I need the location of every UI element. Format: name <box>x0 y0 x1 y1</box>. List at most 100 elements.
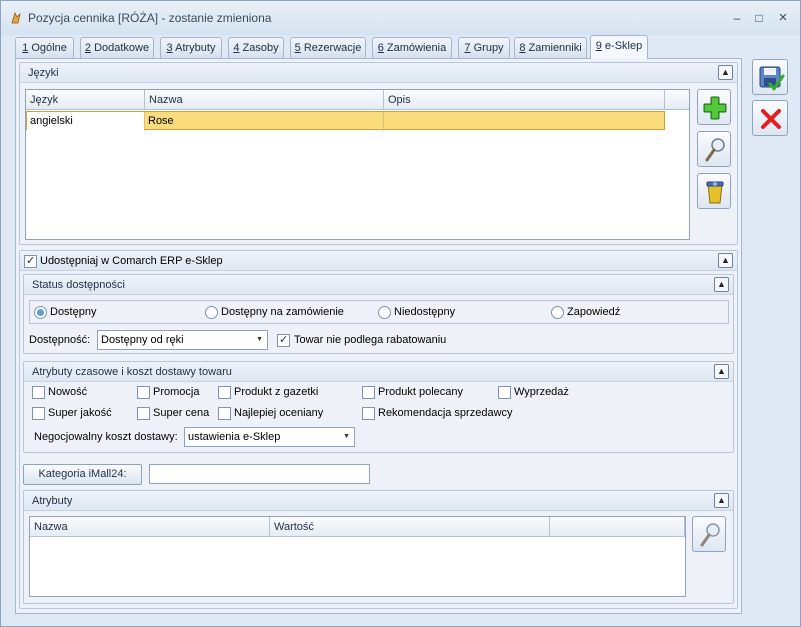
radio-dostepny-label: Dostępny <box>50 306 97 318</box>
chevron-down-icon: ▼ <box>343 433 350 440</box>
label-promocja: Promocja <box>153 386 200 398</box>
collapse-icon[interactable]: ▲ <box>718 253 733 268</box>
title-bar: Pozycja cennika [RÓŻA] - zostanie zmieni… <box>1 1 800 35</box>
maximize-button[interactable]: □ <box>750 9 768 27</box>
column-header-nazwa[interactable]: Nazwa <box>145 90 384 110</box>
radio-niedostepny-label: Niedostępny <box>394 306 456 318</box>
availability-value: Dostępny od ręki <box>101 334 184 346</box>
imall-category-field[interactable] <box>149 464 370 484</box>
tab-ogolne[interactable]: 1 Ogólne <box>15 37 74 58</box>
languages-group: Języki ▲ Język Nazwa Opis angielski Rose <box>19 62 738 245</box>
tab-atrybuty[interactable]: 3 Atrybuty <box>160 37 222 58</box>
tab-rezerwacje[interactable]: 5 Rezerwacje <box>290 37 366 58</box>
radio-zapowiedz-label: Zapowiedź <box>567 306 621 318</box>
magnifier-icon <box>700 523 720 547</box>
tab-zamienniki[interactable]: 8 Zamienniki <box>514 37 587 58</box>
collapse-icon[interactable]: ▲ <box>718 65 733 80</box>
share-checkbox[interactable] <box>24 254 37 268</box>
time-attributes-group-header: Atrybuty czasowe i koszt dostawy towaru … <box>24 362 733 382</box>
table-row[interactable]: angielski Rose <box>26 111 665 131</box>
radio-niedostepny[interactable] <box>378 306 391 319</box>
tab-label: Zamienniki <box>525 42 582 54</box>
languages-grid[interactable]: Język Nazwa Opis angielski Rose <box>25 89 690 240</box>
column-header-wartosc[interactable]: Wartość <box>270 517 550 537</box>
tab-esklep[interactable]: 9 e-Sklep <box>590 35 648 59</box>
plus-icon <box>703 96 727 120</box>
checkbox-produkt-polecany[interactable] <box>362 386 375 399</box>
share-group: Udostępniaj w Comarch ERP e-Sklep ▲ Stat… <box>19 250 738 609</box>
save-button[interactable] <box>752 59 788 95</box>
cell-opis <box>384 112 664 131</box>
delivery-cost-value: ustawienia e-Sklep <box>188 431 281 443</box>
label-wyprzedaz: Wyprzedaż <box>514 386 569 398</box>
label-nowosc: Nowość <box>48 386 88 398</box>
time-attributes-group: Atrybuty czasowe i koszt dostawy towaru … <box>23 361 734 453</box>
delivery-cost-select[interactable]: ustawienia e-Sklep ▼ <box>184 427 355 447</box>
cancel-button[interactable] <box>752 100 788 136</box>
checkbox-wyprzedaz[interactable] <box>498 386 511 399</box>
availability-select[interactable]: Dostępny od ręki ▼ <box>97 330 268 350</box>
imall-category-button[interactable]: Kategoria iMall24: <box>23 464 142 485</box>
tab-zamowienia[interactable]: 6 Zamówienia <box>372 37 452 58</box>
radio-zapowiedz[interactable] <box>551 306 564 319</box>
edit-language-button[interactable] <box>697 131 731 167</box>
tab-label: Ogólne <box>28 42 67 54</box>
tab-label: Grupy <box>470 42 504 54</box>
label-super-jakosc: Super jakość <box>48 407 112 419</box>
tab-grupy[interactable]: 7 Grupy <box>458 37 510 58</box>
tab-label: Zamówienia <box>383 42 447 54</box>
magnifier-icon <box>705 138 725 162</box>
availability-radio-group: Dostępny Dostępny na zamówienie Niedostę… <box>29 300 729 324</box>
tab-zasoby[interactable]: 4 Zasoby <box>228 37 284 58</box>
column-header-extra[interactable] <box>550 517 685 537</box>
attributes-group-title: Atrybuty <box>32 495 73 507</box>
share-group-header: Udostępniaj w Comarch ERP e-Sklep ▲ <box>20 251 737 271</box>
cell-jezyk: angielski <box>27 112 145 131</box>
checkbox-najlepiej-oceniany[interactable] <box>218 407 231 420</box>
column-header-opis[interactable]: Opis <box>384 90 665 110</box>
collapse-icon[interactable]: ▲ <box>714 277 729 292</box>
collapse-icon[interactable]: ▲ <box>714 364 729 379</box>
label-rekomendacja: Rekomendacja sprzedawcy <box>378 407 513 419</box>
attributes-group: Atrybuty ▲ Nazwa Wartość <box>23 490 734 604</box>
cancel-icon <box>761 109 781 129</box>
collapse-icon[interactable]: ▲ <box>714 493 729 508</box>
radio-na-zamowienie-label: Dostępny na zamówienie <box>221 306 344 318</box>
column-header-nazwa[interactable]: Nazwa <box>30 517 270 537</box>
status-group-title: Status dostępności <box>32 279 125 291</box>
no-discount-checkbox[interactable] <box>277 333 290 347</box>
checkbox-super-jakosc[interactable] <box>32 407 45 420</box>
cell-nazwa: Rose <box>145 112 384 131</box>
tab-label: Rezerwacje <box>300 42 362 54</box>
tab-label: Atrybuty <box>172 42 216 54</box>
edit-attribute-button[interactable] <box>692 516 726 552</box>
checkbox-nowosc[interactable] <box>32 386 45 399</box>
delivery-cost-label: Negocjowalny koszt dostawy: <box>34 431 178 443</box>
status-group-header: Status dostępności ▲ <box>24 275 733 295</box>
column-header-jezyk[interactable]: Język <box>26 90 145 110</box>
no-discount-label: Towar nie podlega rabatowaniu <box>294 334 447 346</box>
checkbox-produkt-z-gazetki[interactable] <box>218 386 231 399</box>
save-icon <box>759 66 785 91</box>
checkbox-rekomendacja[interactable] <box>362 407 375 420</box>
add-language-button[interactable] <box>697 89 731 125</box>
languages-grid-header: Język Nazwa Opis <box>26 90 689 110</box>
chevron-down-icon: ▼ <box>256 336 263 343</box>
radio-dostepny[interactable] <box>34 306 47 319</box>
time-attributes-group-title: Atrybuty czasowe i koszt dostawy towaru <box>32 366 232 378</box>
checkbox-promocja[interactable] <box>137 386 150 399</box>
attributes-grid[interactable]: Nazwa Wartość <box>29 516 686 597</box>
tab-label: Zasoby <box>239 42 279 54</box>
delete-language-button[interactable] <box>697 173 731 209</box>
tab-label: Dodatkowe <box>91 42 150 54</box>
label-super-cena: Super cena <box>153 407 210 419</box>
close-window-button[interactable]: × <box>774 9 792 27</box>
status-group: Status dostępności ▲ Dostępny Dostępny n… <box>23 274 734 354</box>
label-najlepiej-oceniany: Najlepiej oceniany <box>234 407 324 419</box>
radio-na-zamowienie[interactable] <box>205 306 218 319</box>
minimize-button[interactable]: – <box>728 9 746 27</box>
checkbox-super-cena[interactable] <box>137 407 150 420</box>
label-produkt-z-gazetki: Produkt z gazetki <box>234 386 319 398</box>
tab-dodatkowe[interactable]: 2 Dodatkowe <box>80 37 154 58</box>
trash-icon <box>706 181 724 204</box>
